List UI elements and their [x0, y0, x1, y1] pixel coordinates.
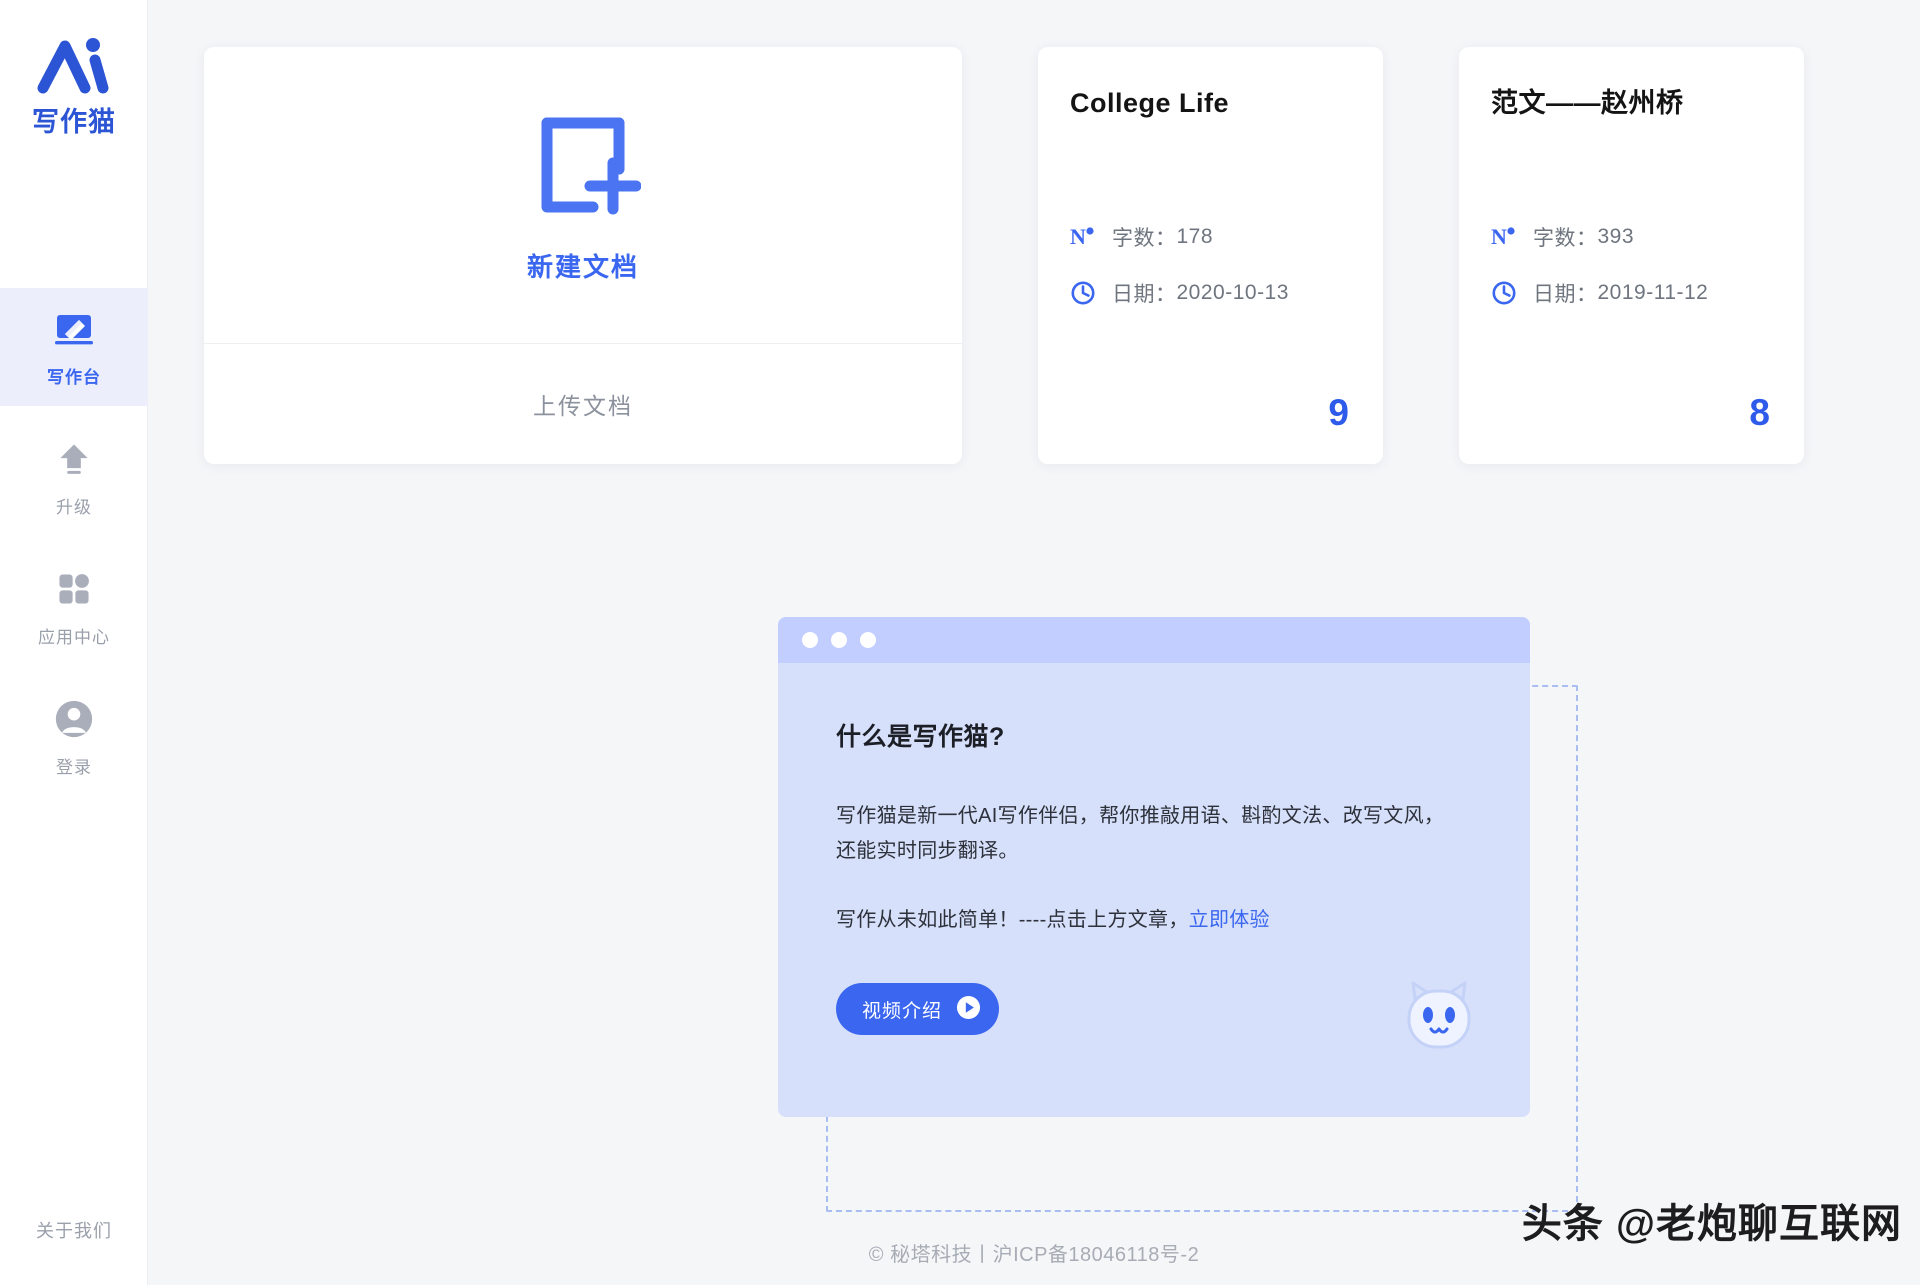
- sidebar-item-label: 写作台: [47, 367, 101, 387]
- document-badge: 9: [1328, 392, 1349, 433]
- sidebar-item-label: 升级: [56, 497, 92, 517]
- window-dot-icon: [860, 632, 876, 648]
- promo-panel: 什么是写作猫? 写作猫是新一代AI写作伴侣，帮你推敲用语、斟酌文法、改写文风，还…: [778, 617, 1530, 1117]
- video-intro-label: 视频介绍: [862, 1000, 943, 1022]
- sidebar: 写作猫 写作台 升级 应用中心 登录 关于我们: [0, 0, 148, 1285]
- date-value: 2019-11-12: [1597, 281, 1709, 304]
- date-label: 日期：: [1112, 283, 1177, 306]
- watermark: 头条 @老炮聊互联网: [1521, 1202, 1902, 1246]
- sidebar-item-label: 应用中心: [38, 627, 110, 647]
- main-content: 新建文档 上传文档 College Life N 字数： 178 日期： 202…: [148, 0, 1920, 1285]
- about-us-link[interactable]: 关于我们: [0, 1217, 148, 1243]
- upload-document-label: 上传文档: [533, 393, 633, 419]
- document-title: 范文——赵州桥: [1491, 88, 1684, 118]
- date-value: 2020-10-13: [1176, 281, 1289, 304]
- svg-text:N: N: [1491, 224, 1507, 249]
- word-count-label: 字数：: [1533, 227, 1598, 250]
- svg-text:N: N: [1070, 224, 1086, 249]
- number-sign-icon: N: [1491, 224, 1517, 250]
- promo-cta-link[interactable]: 立即体验: [1189, 909, 1270, 931]
- document-date: 日期： 2020-10-13: [1070, 275, 1289, 311]
- sidebar-item-login[interactable]: 登录: [0, 678, 148, 796]
- sidebar-item-upgrade[interactable]: 升级: [0, 418, 148, 536]
- document-meta: N 字数： 393 日期： 2019-11-12: [1491, 219, 1708, 331]
- upload-document-button[interactable]: 上传文档: [204, 344, 962, 464]
- create-document-label: 新建文档: [526, 251, 639, 282]
- ai-cat-logo-icon: [37, 38, 109, 94]
- document-card[interactable]: 范文——赵州桥 N 字数： 393 日期： 2019-11-12 8: [1459, 47, 1804, 464]
- document-plus-icon: [541, 117, 641, 214]
- promo-window-titlebar: [778, 617, 1530, 663]
- footer-copyright: © 秘塔科技丨: [868, 1244, 993, 1266]
- word-count-label: 字数：: [1112, 227, 1177, 250]
- clock-icon: [1491, 280, 1517, 306]
- create-document-button[interactable]: 新建文档: [204, 47, 962, 344]
- pencil-board-icon: [52, 307, 96, 351]
- document-date: 日期： 2019-11-12: [1491, 275, 1708, 311]
- promo-cta-line: 写作从未如此简单！----点击上方文章，立即体验: [836, 903, 1472, 932]
- grid-apps-icon: [52, 567, 96, 611]
- clock-icon: [1070, 280, 1096, 306]
- promo-body: 什么是写作猫? 写作猫是新一代AI写作伴侣，帮你推敲用语、斟酌文法、改写文风，还…: [778, 663, 1530, 1117]
- document-title: College Life: [1070, 88, 1230, 118]
- number-sign-icon: N: [1070, 224, 1096, 250]
- cat-face-icon: [1407, 981, 1471, 1049]
- sidebar-item-label: 登录: [56, 757, 92, 777]
- date-label: 日期：: [1533, 283, 1598, 306]
- promo-heading: 什么是写作猫?: [836, 723, 1005, 751]
- promo-cta-text: 写作从未如此简单！----点击上方文章，: [836, 909, 1189, 931]
- document-word-count: N 字数： 393: [1491, 219, 1708, 255]
- promo-section: 什么是写作猫? 写作猫是新一代AI写作伴侣，帮你推敲用语、斟酌文法、改写文风，还…: [778, 617, 1578, 1212]
- video-intro-button[interactable]: 视频介绍: [836, 983, 1000, 1035]
- sidebar-item-writing-desk[interactable]: 写作台: [0, 288, 148, 406]
- word-count-value: 393: [1597, 225, 1635, 248]
- brand-name: 写作猫: [32, 107, 116, 137]
- promo-description: 写作猫是新一代AI写作伴侣，帮你推敲用语、斟酌文法、改写文风，还能实时同步翻译。: [836, 805, 1445, 862]
- upload-arrow-icon: [52, 437, 96, 481]
- document-badge: 8: [1749, 392, 1770, 433]
- document-cards-row: 新建文档 上传文档 College Life N 字数： 178 日期： 202…: [204, 47, 1804, 464]
- window-dot-icon: [802, 632, 818, 648]
- sidebar-item-app-center[interactable]: 应用中心: [0, 548, 148, 666]
- brand-logo[interactable]: 写作猫: [0, 36, 148, 139]
- word-count-value: 178: [1176, 225, 1214, 248]
- new-document-card: 新建文档 上传文档: [204, 47, 962, 464]
- document-meta: N 字数： 178 日期： 2020-10-13: [1070, 219, 1289, 331]
- window-dot-icon: [831, 632, 847, 648]
- document-word-count: N 字数： 178: [1070, 219, 1289, 255]
- document-card[interactable]: College Life N 字数： 178 日期： 2020-10-13 9: [1038, 47, 1383, 464]
- user-avatar-icon: [52, 697, 96, 741]
- play-circle-icon: [956, 995, 981, 1023]
- footer-icp-link[interactable]: 沪ICP备18046118号-2: [993, 1244, 1200, 1266]
